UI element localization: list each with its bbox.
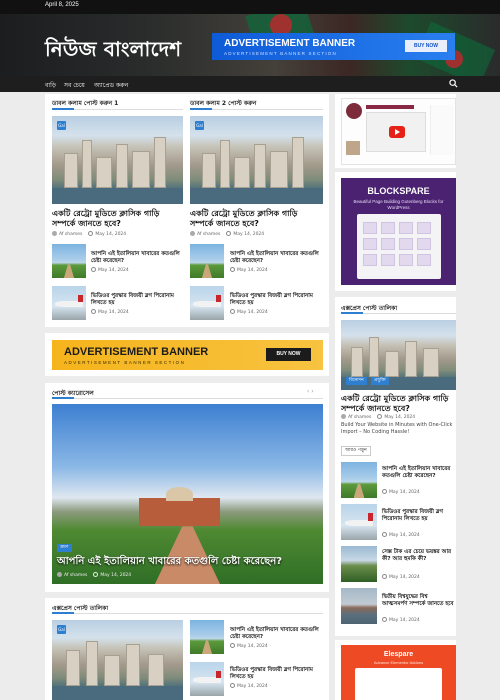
section-divider — [52, 613, 323, 614]
elespare-screenshot — [355, 668, 442, 700]
section-divider-accent — [52, 108, 74, 110]
post-title[interactable]: ভিডিওর পুরস্কার বিজয়ী ব্লগ পিরোনাম লিখত… — [230, 667, 323, 681]
category-badge[interactable]: Gal — [195, 121, 204, 130]
section-divider-accent — [52, 612, 74, 614]
carousel-arrows[interactable]: ‹ › — [307, 388, 314, 395]
ad-buy-now-button[interactable]: BUY NOW — [405, 40, 447, 52]
youtube-widget[interactable] — [341, 98, 456, 165]
blockspare-screenshot — [357, 214, 441, 279]
main-nav: বাড়ি সব চেয়ে অ্যাপ্রেড করুন — [0, 76, 500, 92]
nav-item-upgrade[interactable]: অ্যাপ্রেড করুন — [94, 80, 128, 91]
post-meta: Af shames May 14, 2024 — [190, 231, 264, 237]
nav-item-home[interactable]: বাড়ি — [45, 80, 56, 91]
post-thumbnail[interactable] — [190, 620, 224, 654]
post-thumbnail[interactable] — [190, 244, 224, 278]
post-image[interactable]: Gal — [190, 116, 323, 204]
author-photo — [346, 141, 360, 155]
post-thumbnail[interactable] — [341, 588, 377, 624]
ad-subtitle: ADVERTISEMENT BANNER SECTION — [64, 360, 186, 365]
post-title[interactable]: ভিডিওর পুরস্কার বিজয়ী ব্লগ পিরোনাম লিখত… — [382, 509, 454, 523]
category-badge[interactable]: বিনোদন — [346, 377, 367, 385]
ad-buy-now-button[interactable]: BUY NOW — [266, 348, 311, 361]
post-title[interactable]: ভিডিওর পুরস্কার বিজয়ী ব্লগ পিরোনাম লিখত… — [230, 293, 323, 307]
post-date: May 14, 2024 — [382, 574, 420, 580]
content-ad-banner[interactable]: ADVERTISEMENT BANNER ADVERTISEMENT BANNE… — [52, 340, 323, 370]
category-badge[interactable]: প্রযুক্তি — [371, 377, 389, 385]
ad-subtitle: ADVERTISEMENT BANNER SECTION — [224, 51, 337, 56]
category-badge[interactable]: Gal — [57, 625, 66, 634]
post-thumbnail[interactable] — [341, 546, 377, 582]
ad-title: ADVERTISEMENT BANNER — [64, 346, 209, 358]
post-thumbnail[interactable] — [190, 662, 224, 696]
post-thumbnail[interactable] — [52, 286, 86, 320]
post-meta: Af shames May 14, 2024 — [341, 414, 415, 420]
post-thumbnail[interactable] — [341, 504, 377, 540]
post-date: May 14, 2024 — [91, 267, 129, 273]
post-image[interactable]: Gal — [52, 116, 183, 204]
post-title[interactable]: আপনি এই ইতালিয়ান খাবারের কতগুলি চেষ্টা … — [230, 251, 323, 265]
channel-name-bar — [366, 105, 414, 109]
post-title[interactable]: ভিডিওর পুরস্কার বিজয়ী ব্লগ পিরোনাম লিখত… — [91, 293, 183, 307]
video-thumbnail[interactable] — [366, 112, 426, 152]
post-title[interactable]: একটি রেট্রো মুডিতে ক্লাসিক গাড়ি সম্পর্ক… — [341, 394, 456, 414]
ad-title: ADVERTISEMENT BANNER — [224, 38, 356, 49]
category-badge[interactable]: Gal — [57, 121, 66, 130]
blockspare-ad[interactable]: BLOCKSPARE Beautiful Page Building Guten… — [341, 178, 456, 285]
post-title[interactable]: একটি রেট্রো মুডিতে ক্লাসিক গাড়ি সম্পর্ক… — [190, 209, 323, 229]
post-date: May 14, 2024 — [91, 309, 129, 315]
post-title[interactable]: সেক্স টাক এর চেয়ে ভয়ঙ্কর আর কী? আর হুম… — [382, 549, 454, 563]
read-more-button[interactable]: আরও পড়ুন — [341, 446, 371, 456]
post-title[interactable]: একটি রেট্রো মুডিতে ক্লাসিক গাড়ি সম্পর্ক… — [52, 209, 183, 229]
youtube-play-icon[interactable] — [389, 126, 405, 138]
post-date: May 14, 2024 — [230, 309, 268, 315]
elespare-ad[interactable]: Elespare Advance Elementor Addons — [341, 645, 456, 700]
video-list — [430, 105, 453, 155]
post-date: May 14, 2024 — [230, 267, 268, 273]
post-meta: Af shames May 14, 2024 — [57, 572, 131, 578]
post-title[interactable]: দ্বিতীয় বিশ্বযুদ্ধের বিশ্ব আত্মসমর্পণ স… — [382, 594, 454, 608]
post-date: May 14, 2024 — [382, 532, 420, 538]
current-date: April 8, 2025 — [45, 2, 79, 8]
post-title[interactable]: আপনি এই ইতালিয়ান খাবারের কতগুলি চেষ্টা … — [91, 251, 183, 265]
post-meta: Af shames May 14, 2024 — [52, 231, 126, 237]
elespare-subtitle: Advance Elementor Addons — [373, 660, 424, 665]
post-thumbnail[interactable] — [341, 462, 377, 498]
channel-avatar — [346, 103, 362, 119]
masthead: নিউজ বাংলাদেশ ADVERTISEMENT BANNER ADVER… — [0, 14, 500, 76]
post-date: May 14, 2024 — [230, 683, 268, 689]
post-title[interactable]: আপনি এই ইতালিয়ান খাবারের কতগুলি চেষ্টা … — [230, 627, 323, 641]
section-divider-accent — [190, 108, 212, 110]
top-bar: April 8, 2025 — [0, 0, 500, 14]
post-excerpt: Build Your Website in Minutes with One-C… — [341, 422, 453, 435]
post-date: May 14, 2024 — [382, 489, 420, 495]
post-image[interactable]: Gal — [52, 620, 183, 700]
carousel-slide-title[interactable]: আপনি এই ইতালিয়ান খাবারের কতগুলি চেষ্টা … — [57, 556, 319, 568]
section-divider-accent — [52, 397, 74, 399]
post-image[interactable]: বিনোদন প্রযুক্তি — [341, 320, 456, 390]
post-date: May 14, 2024 — [230, 643, 268, 649]
site-title[interactable]: নিউজ বাংলাদেশ — [45, 35, 181, 68]
post-thumbnail[interactable] — [190, 286, 224, 320]
category-badge[interactable]: ভ্রমণ — [57, 544, 72, 552]
blockspare-subtitle: Beautiful Page Building Gutenberg Blocks… — [353, 199, 444, 210]
post-title[interactable]: আপনি এই ইতালিয়ান খাবারের কতগুলি চেষ্টা … — [382, 466, 454, 480]
header-ad-banner[interactable]: ADVERTISEMENT BANNER ADVERTISEMENT BANNE… — [212, 33, 455, 60]
elespare-title: Elespare — [383, 651, 414, 658]
section-divider-accent — [341, 312, 363, 314]
nav-item-latest[interactable]: সব চেয়ে — [64, 80, 85, 91]
post-date: May 14, 2024 — [382, 617, 420, 623]
blockspare-title: BLOCKSPARE — [367, 186, 430, 196]
post-thumbnail[interactable] — [52, 244, 86, 278]
search-icon[interactable] — [449, 79, 458, 88]
section-divider — [52, 398, 323, 399]
